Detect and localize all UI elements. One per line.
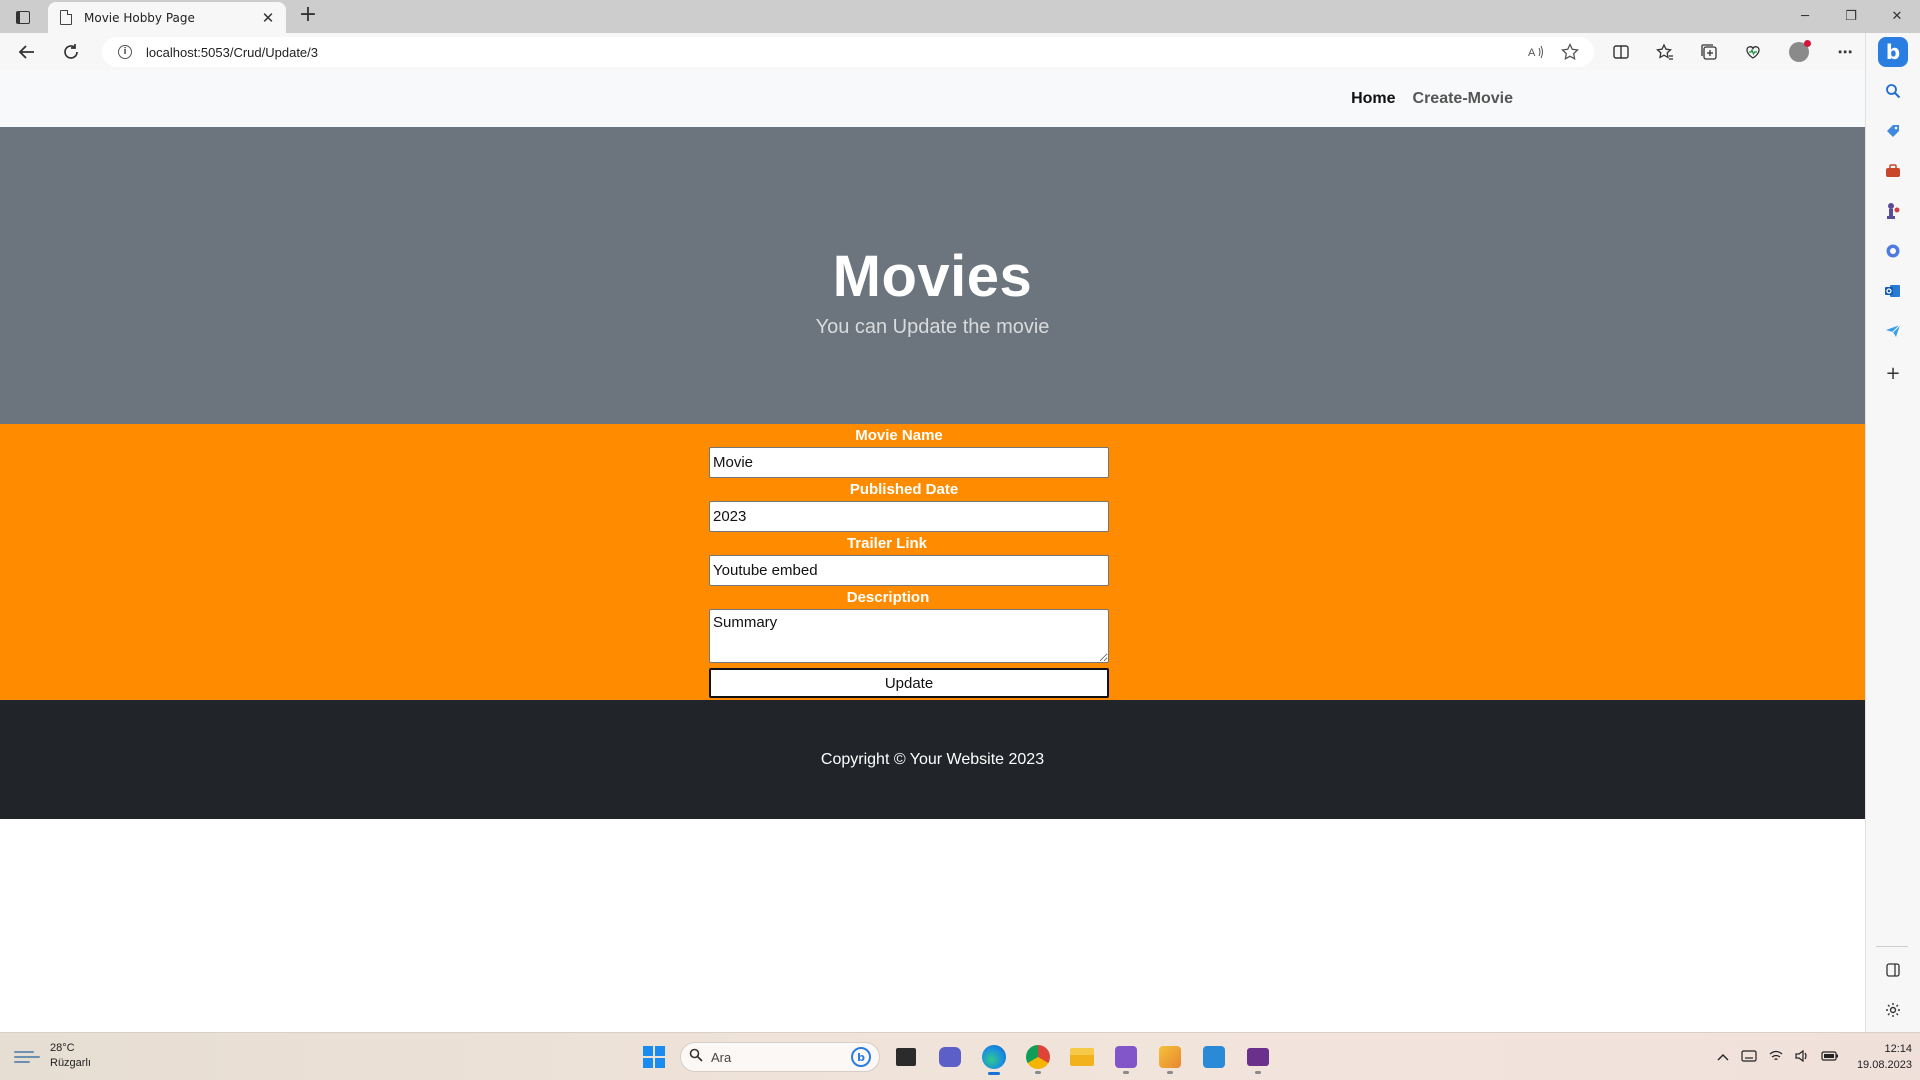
chrome-icon[interactable] [1020,1039,1056,1075]
favorites-icon[interactable] [1654,41,1676,63]
clock-date: 19.08.2023 [1856,1059,1912,1071]
trailer-link-label: Trailer Link [846,535,928,552]
chevron-up-icon[interactable] [1717,1050,1729,1064]
windows-taskbar: 28°C Rüzgarlı Ara b 12:14 19.08.2023 [0,1032,1920,1080]
svg-text:A: A [1528,47,1536,59]
paint-app-icon[interactable] [1152,1039,1188,1075]
task-view-icon[interactable] [888,1039,924,1075]
back-arrow-icon[interactable] [14,39,40,65]
movie-name-label: Movie Name [855,427,943,444]
page-viewport: Home Create-Movie Movies You can Update … [0,70,1865,1032]
published-date-input[interactable] [709,501,1109,532]
battery-icon[interactable] [1821,1050,1839,1064]
url-text[interactable]: localhost:5053/Crud/Update/3 [146,45,1526,60]
collections-icon[interactable] [1698,41,1720,63]
site-footer: Copyright © Your Website 2023 [0,700,1865,819]
description-textarea[interactable]: Summary [709,609,1109,663]
terminal-icon[interactable] [1240,1039,1276,1075]
microsoft-365-icon[interactable] [1882,240,1904,262]
window-controls: ─ ❐ ✕ [1782,0,1920,33]
bing-copilot-icon[interactable]: b [1878,37,1908,67]
settings-gear-icon[interactable] [1882,999,1904,1021]
drop-send-icon[interactable] [1882,320,1904,342]
browser-essentials-icon[interactable] [1742,41,1764,63]
hide-sidebar-icon[interactable] [1882,959,1904,981]
tools-briefcase-icon[interactable] [1882,160,1904,182]
taskbar-search[interactable]: Ara b [680,1042,880,1072]
nav-home-link[interactable]: Home [1351,90,1395,108]
outlook-icon[interactable] [1882,280,1904,302]
favorite-star-icon[interactable] [1560,42,1580,62]
weather-description: Rüzgarlı [50,1057,91,1069]
minimize-button[interactable]: ─ [1782,0,1828,33]
refresh-icon[interactable] [58,39,84,65]
tab-title: Movie Hobby Page [84,10,195,25]
wind-icon [14,1046,42,1066]
weather-temperature: 28°C [50,1042,75,1054]
hero-subtitle: You can Update the movie [815,315,1050,338]
trailer-link-input[interactable] [709,555,1109,586]
games-chess-icon[interactable] [1882,200,1904,222]
new-tab-button[interactable]: + [296,4,320,28]
browser-tab-bar: Movie Hobby Page ✕ + ─ ❐ ✕ [0,0,1920,33]
split-screen-icon[interactable] [1610,41,1632,63]
footer-copyright: Copyright © Your Website 2023 [820,750,1045,768]
hero-header: Movies You can Update the movie [0,127,1865,424]
page-icon [60,10,72,25]
movie-name-input[interactable] [709,447,1109,478]
search-icon [689,1048,703,1066]
keyboard-icon[interactable] [1741,1049,1757,1065]
site-info-icon[interactable]: i [118,45,132,59]
search-placeholder: Ara [711,1049,732,1065]
address-bar[interactable]: i localhost:5053/Crud/Update/3 A [102,37,1594,67]
edge-sidebar: b + [1865,33,1920,1032]
wifi-icon[interactable] [1769,1050,1783,1065]
nav-links: Home Create-Movie [1351,70,1513,127]
clock[interactable]: 12:14 19.08.2023 [1857,1041,1912,1073]
weather-widget[interactable]: 28°C Rüzgarlı [14,1041,91,1071]
nav-create-movie-link[interactable]: Create-Movie [1413,90,1513,108]
restore-button[interactable]: ❐ [1828,0,1874,33]
read-aloud-icon[interactable]: A [1526,42,1546,62]
more-options-icon[interactable]: ⋯ [1834,41,1856,63]
bing-search-icon: b [851,1047,871,1067]
clock-time: 12:14 [1884,1043,1912,1055]
teams-chat-icon[interactable] [932,1039,968,1075]
update-movie-form: Movie Name Published Date Trailer Link D… [709,424,1109,698]
tab-close-icon[interactable]: ✕ [260,9,276,27]
description-label: Description [846,589,930,606]
published-date-label: Published Date [849,481,959,498]
tab-actions-icon[interactable] [12,6,34,28]
sidebar-search-icon[interactable] [1882,80,1904,102]
sidebar-divider [1876,946,1908,947]
system-tray: 12:14 19.08.2023 [1717,1039,1912,1075]
shopping-tag-icon[interactable] [1882,120,1904,142]
profile-avatar-icon[interactable] [1788,40,1811,63]
taskbar-apps: Ara b [636,1039,1276,1075]
edge-browser-icon[interactable] [976,1039,1012,1075]
browser-toolbar: i localhost:5053/Crud/Update/3 A ⋯ [0,33,1920,70]
hero-title: Movies [832,243,1033,309]
update-button[interactable]: Update [709,668,1109,698]
site-navbar: Home Create-Movie [0,70,1865,127]
vscode-icon[interactable] [1196,1039,1232,1075]
browser-tab[interactable]: Movie Hobby Page ✕ [48,2,286,33]
visual-studio-icon[interactable] [1108,1039,1144,1075]
update-form-section: Movie Name Published Date Trailer Link D… [0,424,1865,700]
start-windows-icon[interactable] [636,1039,672,1075]
volume-icon[interactable] [1795,1049,1809,1065]
file-explorer-icon[interactable] [1064,1039,1100,1075]
add-sidebar-app-icon[interactable]: + [1882,362,1904,384]
close-window-button[interactable]: ✕ [1874,0,1920,33]
